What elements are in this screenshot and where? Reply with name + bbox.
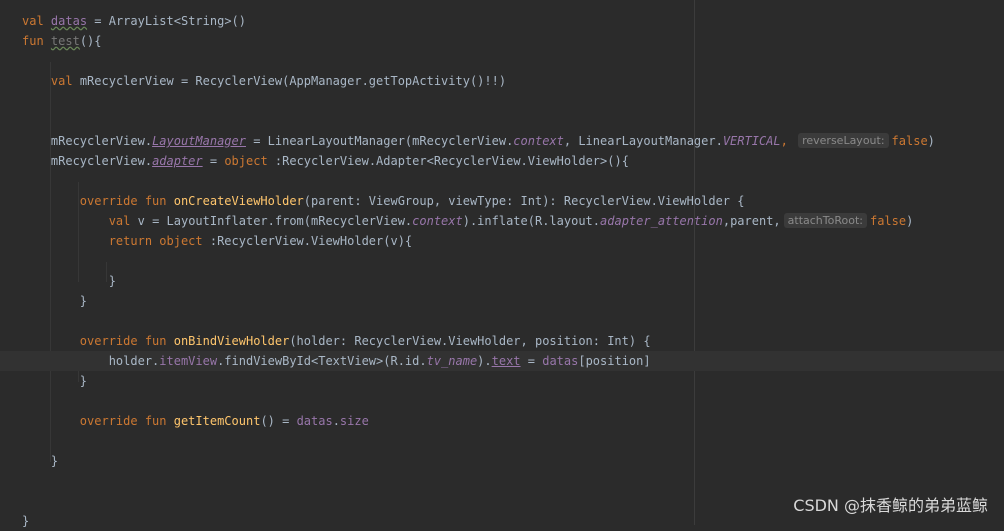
resource-name: tv_name [426, 354, 478, 368]
code-line[interactable]: fun test(){ [22, 31, 102, 51]
property-name: size [339, 414, 369, 428]
function-name: onBindViewHolder [173, 334, 290, 348]
code-text: v = LayoutInflater.from(mRecyclerView. [130, 214, 413, 228]
code-text: = [202, 154, 225, 168]
code-text: .findViewById<TextView>(R.id. [217, 354, 427, 368]
code-text: (parent: ViewGroup, viewType: Int): Recy… [303, 194, 745, 208]
right-margin-guide [694, 0, 695, 525]
code-line[interactable]: } [22, 291, 87, 311]
code-line[interactable]: val v = LayoutInflater.from(mRecyclerVie… [22, 211, 913, 231]
property-name: text [491, 354, 521, 368]
code-text: = ArrayList<String>() [87, 14, 246, 28]
code-line[interactable]: val datas = ArrayList<String>() [22, 11, 246, 31]
code-editor[interactable]: val datas = ArrayList<String>() fun test… [0, 0, 1004, 528]
code-line[interactable]: } [22, 371, 87, 391]
code-text: ) [927, 134, 935, 148]
code-line[interactable]: holder.itemView.findViewById<TextView>(R… [22, 351, 651, 371]
constant-name: VERTICAL [722, 134, 781, 148]
code-text: :RecyclerView.ViewHolder(v){ [202, 234, 413, 248]
keyword: val [22, 14, 44, 28]
property-name: context [412, 214, 463, 228]
code-text: ) [906, 214, 914, 228]
code-line[interactable]: override fun getItemCount() = datas.size [22, 411, 369, 431]
code-text: , LinearLayoutManager. [563, 134, 723, 148]
closing-brace: } [22, 514, 30, 528]
code-line[interactable]: mRecyclerView.adapter = object :Recycler… [22, 151, 629, 171]
keyword: fun [22, 34, 44, 48]
code-line[interactable]: override fun onCreateViewHolder(parent: … [22, 191, 745, 211]
keyword: false [869, 214, 907, 228]
function-name: onCreateViewHolder [173, 194, 304, 208]
code-line[interactable]: } [22, 511, 29, 531]
code-text: (holder: RecyclerView.ViewHolder, positi… [289, 334, 651, 348]
function-name: test [50, 34, 80, 48]
keyword: override fun [79, 194, 167, 208]
function-name: getItemCount [173, 414, 261, 428]
resource-name: adapter_attention [600, 214, 723, 228]
code-text: . [332, 414, 340, 428]
keyword: return object [108, 234, 203, 248]
code-text: () = [260, 414, 297, 428]
closing-brace: } [50, 454, 59, 468]
parameter-hint: attachToRoot: [783, 213, 867, 228]
variable-name: datas [542, 354, 579, 368]
code-text: (){ [79, 34, 102, 48]
closing-brace: } [108, 274, 116, 288]
closing-brace: } [79, 294, 88, 308]
code-line[interactable]: override fun onBindViewHolder(holder: Re… [22, 331, 651, 351]
code-text: ).inflate(R.layout. [462, 214, 601, 228]
code-text: = LinearLayoutManager(mRecyclerView. [245, 134, 514, 148]
keyword: object [224, 154, 268, 168]
keyword: override fun [79, 334, 167, 348]
variable-name: datas [296, 414, 333, 428]
punctuation: , [780, 134, 788, 148]
watermark: CSDN @抹香鲸的弟弟蓝鲸 [793, 496, 988, 515]
code-text: mRecyclerView. [50, 154, 153, 168]
code-text: ). [477, 354, 492, 368]
code-text: ,parent, [722, 214, 781, 228]
property-name: itemView [159, 354, 218, 368]
property-name: context [513, 134, 564, 148]
indent-guide [50, 62, 51, 462]
property-name: adapter [152, 154, 203, 168]
code-text: [position] [578, 354, 651, 368]
keyword: val [50, 74, 73, 88]
code-text: holder. [108, 354, 160, 368]
keyword: false [891, 134, 928, 148]
keyword: val [108, 214, 131, 228]
code-line[interactable]: return object :RecyclerView.ViewHolder(v… [22, 231, 412, 251]
code-line[interactable]: } [22, 451, 58, 471]
closing-brace: } [79, 374, 88, 388]
parameter-hint: reverseLayout: [798, 133, 889, 148]
property-name: LayoutManager [152, 134, 246, 148]
code-text: :RecyclerView.Adapter<RecyclerView.ViewH… [267, 154, 629, 168]
code-line[interactable]: mRecyclerView.LayoutManager = LinearLayo… [22, 131, 935, 151]
variable-name: datas [50, 14, 88, 28]
code-line[interactable]: val mRecyclerView = RecyclerView(AppMana… [22, 71, 506, 91]
code-text: mRecyclerView = RecyclerView(AppManager.… [72, 74, 507, 88]
code-text: mRecyclerView. [50, 134, 153, 148]
code-text: = [520, 354, 543, 368]
keyword: override fun [79, 414, 167, 428]
code-line[interactable]: } [22, 271, 116, 291]
